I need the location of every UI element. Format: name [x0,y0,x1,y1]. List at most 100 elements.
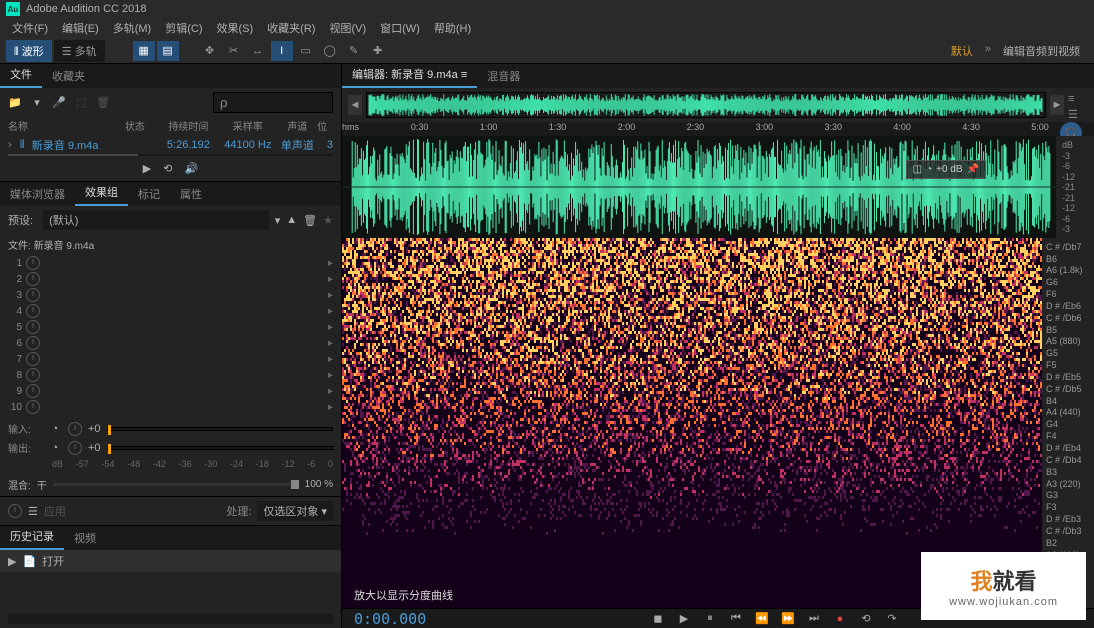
timecode[interactable]: 0:00.000 [354,610,426,628]
menu-help[interactable]: 帮助(H) [428,18,477,38]
slot-power-icon[interactable] [26,320,40,334]
preset-dropdown[interactable]: (默认) [43,210,269,230]
workspace-default[interactable]: 默认 [951,43,973,59]
new-file-icon[interactable]: ▾ [30,95,44,109]
effects-rack-tab[interactable]: 效果组 [75,180,128,206]
input-meter-icon[interactable]: ◔ [48,422,62,436]
slot-power-icon[interactable] [26,304,40,318]
hud-overlay[interactable]: ◫ ◔ +0 dB 📌 [906,160,986,179]
forward-button[interactable]: ⏩ [778,611,798,627]
workspace-edit-audio[interactable]: 编辑音频到视频 [1003,43,1080,59]
chevron-right-icon[interactable]: ▸ [328,290,333,301]
razor-tool-icon[interactable]: ✂ [223,41,245,61]
move-tool-icon[interactable]: ✥ [199,41,221,61]
mixer-tab[interactable]: 混音器 [477,64,530,88]
play-icon[interactable]: ▶ [143,162,151,175]
overview-right-icon[interactable]: ► [1050,95,1064,115]
menu-edit[interactable]: 编辑(E) [56,18,105,38]
history-scroll[interactable] [8,614,333,624]
fx-slot[interactable]: 5▸ [8,319,333,335]
chevron-right-icon[interactable]: ▸ [328,274,333,285]
fx-slot[interactable]: 1▸ [8,255,333,271]
chevron-right-icon[interactable]: ▸ [328,306,333,317]
save-preset-icon[interactable]: ▲ [286,214,297,226]
stop-button[interactable]: ◼ [648,611,668,627]
heal-tool-icon[interactable]: ✚ [367,41,389,61]
file-hscroll[interactable] [8,154,333,156]
skip-button[interactable]: ↷ [882,611,902,627]
output-meter-icon[interactable]: ◔ [48,441,62,455]
prev-button[interactable]: ⏮ [726,611,746,627]
list-icon[interactable]: ☰ [28,505,38,518]
media-browser-tab[interactable]: 媒体浏览器 [0,182,75,206]
workspace-more[interactable]: » [985,43,991,59]
editor-tab[interactable]: 编辑器: 新录音 9.m4a ≡ [342,62,477,88]
video-tab[interactable]: 视频 [64,526,106,550]
view-list-icon[interactable]: ≡ [1068,93,1084,103]
open-folder-icon[interactable]: 📁 [8,95,22,109]
overview-waveform[interactable] [366,92,1046,118]
fx-slot[interactable]: 9▸ [8,383,333,399]
chevron-right-icon[interactable]: ▸ [328,386,333,397]
fx-slot[interactable]: 8▸ [8,367,333,383]
slip-tool-icon[interactable]: ↔ [247,41,269,61]
fx-slot[interactable]: 3▸ [8,287,333,303]
record-mic-icon[interactable]: 🎤 [52,95,66,109]
view-grid-icon[interactable]: ☰ [1068,108,1084,118]
spectral-pitch-icon[interactable]: ▤ [157,41,179,61]
mix-slider[interactable] [53,483,299,486]
import-icon[interactable]: ⬚ [74,95,88,109]
time-select-tool-icon[interactable]: I [271,41,293,61]
multitrack-tab[interactable]: ☰ 多轨 [54,40,105,62]
overview-left-icon[interactable]: ◄ [348,95,362,115]
menu-multitrack[interactable]: 多轨(M) [107,18,158,38]
menu-favorites[interactable]: 收藏夹(R) [261,18,321,38]
slot-power-icon[interactable] [26,400,40,414]
apply-button[interactable]: 应用 [44,503,66,519]
properties-tab[interactable]: 属性 [170,182,212,206]
menu-window[interactable]: 窗口(W) [374,18,426,38]
search-input[interactable] [213,92,333,113]
chevron-right-icon[interactable]: ▸ [328,402,333,413]
process-dropdown[interactable]: 仅选区对象 ▾ [257,501,333,521]
history-item[interactable]: ▶ 📄 打开 [0,550,341,572]
loop-icon[interactable]: ⟲ [163,162,172,175]
autoplay-icon[interactable]: 🔊 [184,162,198,175]
chevron-right-icon[interactable]: ▸ [328,338,333,349]
chevron-right-icon[interactable]: ▸ [328,354,333,365]
star-icon[interactable]: ★ [323,214,333,227]
slot-power-icon[interactable] [26,256,40,270]
marquee-tool-icon[interactable]: ▭ [295,41,317,61]
input-power-icon[interactable] [68,422,82,436]
menu-view[interactable]: 视图(V) [323,18,372,38]
fx-slot[interactable]: 4▸ [8,303,333,319]
chevron-right-icon[interactable]: ▸ [328,258,333,269]
menu-clip[interactable]: 剪辑(C) [159,18,208,38]
slot-power-icon[interactable] [26,368,40,382]
spectral-freq-icon[interactable]: ▦ [133,41,155,61]
file-row[interactable]: › ⫴ 新录音 9.m4a 5:26.192 44100 Hz 单声道 3 [0,135,341,154]
fx-slot[interactable]: 10▸ [8,399,333,415]
chevron-right-icon[interactable]: ▸ [328,322,333,333]
fx-slot[interactable]: 2▸ [8,271,333,287]
menu-file[interactable]: 文件(F) [6,18,54,38]
rewind-button[interactable]: ⏪ [752,611,772,627]
fx-slot[interactable]: 7▸ [8,351,333,367]
waveform-display[interactable]: ◫ ◔ +0 dB 📌 [342,136,1056,238]
chevron-down-icon[interactable]: ▾ [275,214,281,227]
markers-tab[interactable]: 标记 [128,182,170,206]
hud-pin-icon[interactable]: 📌 [967,164,979,175]
record-button[interactable]: ● [830,611,850,627]
trash-icon[interactable]: 🗑 [96,95,110,109]
chevron-right-icon[interactable]: ▸ [328,370,333,381]
brush-tool-icon[interactable]: ✎ [343,41,365,61]
delete-preset-icon[interactable]: 🗑 [303,214,317,227]
slot-power-icon[interactable] [26,288,40,302]
hud-gain-icon[interactable]: ◔ [926,164,932,175]
play-button[interactable]: ▶ [674,611,694,627]
files-tab[interactable]: 文件 [0,62,42,88]
slot-power-icon[interactable] [26,384,40,398]
slot-power-icon[interactable] [26,352,40,366]
slot-power-icon[interactable] [26,272,40,286]
waveform-tab[interactable]: ⫴ 波形 [6,40,52,62]
